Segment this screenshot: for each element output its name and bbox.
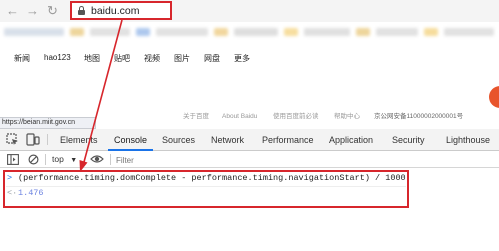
console-result: 1.476 (18, 188, 44, 198)
nav-link-hao123[interactable]: hao123 (44, 53, 71, 62)
inspect-element-icon[interactable] (6, 133, 19, 146)
console-toolbar: top ▼ (0, 151, 499, 168)
tab-performance[interactable]: Performance (262, 129, 314, 150)
nav-link-video[interactable]: 视频 (144, 53, 160, 64)
back-button[interactable]: ← (6, 2, 19, 20)
logo-icon (489, 86, 499, 108)
nav-link-pan[interactable]: 网盘 (204, 53, 220, 64)
context-select[interactable]: top ▼ (52, 153, 77, 167)
tab-lighthouse[interactable]: Lighthouse (446, 129, 490, 150)
chevron-down-icon: ▼ (70, 157, 78, 164)
footer-link-help[interactable]: 帮助中心 (334, 111, 360, 123)
footer-link-terms[interactable]: 使用百度前必读 (273, 111, 319, 123)
nav-link-tieba[interactable]: 贴吧 (114, 53, 130, 64)
context-value: top (52, 154, 64, 164)
tab-application[interactable]: Application (329, 129, 373, 150)
sidebar-toggle-icon[interactable] (7, 154, 19, 165)
address-bar[interactable]: baidu.com (70, 1, 172, 20)
clear-console-icon[interactable] (28, 154, 39, 165)
footer-link-about[interactable]: 关于百度 (183, 111, 209, 123)
filter-input[interactable] (114, 152, 498, 168)
tab-security[interactable]: Security (392, 129, 425, 150)
tab-sources[interactable]: Sources (162, 129, 195, 150)
tab-console[interactable]: Console (107, 129, 154, 151)
forward-button[interactable]: → (26, 2, 39, 20)
lock-icon[interactable] (78, 6, 85, 15)
tab-elements[interactable]: Elements (60, 129, 98, 150)
nav-link-news[interactable]: 新闻 (14, 53, 30, 64)
tab-network[interactable]: Network (211, 129, 244, 150)
reload-button[interactable]: ↻ (47, 2, 58, 20)
status-url: https://beian.miit.gov.cn (0, 117, 96, 129)
nav-link-images[interactable]: 图片 (174, 53, 190, 64)
bookmarks-bar (0, 22, 499, 40)
devtools-tabbar: Elements Console Sources Network Perform… (0, 129, 499, 151)
console-output: > (performance.timing.domComplete - perf… (0, 168, 499, 251)
device-toolbar-icon[interactable] (26, 133, 40, 146)
prompt-chevron-icon: > (7, 173, 13, 183)
address-url: baidu.com (91, 5, 140, 17)
footer-link-about-en[interactable]: About Baidu (222, 111, 257, 123)
nav-link-more[interactable]: 更多 (234, 53, 250, 64)
live-expression-eye-icon[interactable] (90, 154, 104, 164)
result-arrow-icon: <· (7, 188, 18, 198)
footer-license[interactable]: 京公网安备11000002000001号 (374, 111, 463, 123)
browser-toolbar: ← → ↻ baidu.com (0, 0, 499, 22)
nav-link-map[interactable]: 地图 (84, 53, 100, 64)
console-command[interactable]: (performance.timing.domComplete - perfor… (18, 173, 406, 184)
